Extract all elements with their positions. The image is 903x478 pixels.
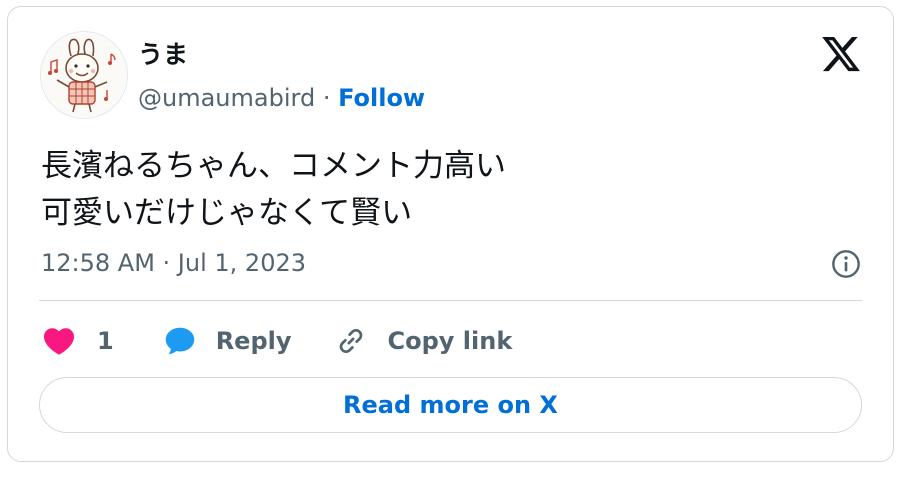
speech-bubble-icon bbox=[165, 327, 194, 355]
copy-link-label: Copy link bbox=[387, 327, 513, 355]
author-handle-row: @umaumabird · Follow bbox=[138, 83, 425, 113]
action-bar: 1 Reply Copy link bbox=[41, 321, 512, 361]
tweet-text-line: 長濱ねるちゃん、コメント力高い bbox=[41, 148, 506, 184]
tweet-timestamp[interactable]: 12:58 AM · Jul 1, 2023 bbox=[41, 247, 306, 279]
info-icon[interactable] bbox=[830, 248, 862, 280]
tweet-text-line: 可愛いだけじゃなくて賢い bbox=[41, 195, 413, 231]
follow-link[interactable]: Follow bbox=[338, 84, 425, 112]
reply-button[interactable]: Reply bbox=[162, 323, 292, 359]
read-more-button[interactable]: Read more on X bbox=[39, 377, 862, 433]
author-display-name[interactable]: うま bbox=[138, 39, 188, 71]
avatar-image bbox=[41, 32, 127, 118]
divider bbox=[39, 300, 862, 301]
author-handle[interactable]: @umaumabird bbox=[138, 84, 315, 112]
handle-separator: · bbox=[315, 84, 339, 112]
x-logo-icon[interactable] bbox=[820, 33, 862, 75]
like-count: 1 bbox=[97, 327, 114, 355]
embedded-tweet-card: うま @umaumabird · Follow 長濱ねるちゃん、コメント力高い … bbox=[7, 6, 894, 462]
tweet-text: 長濱ねるちゃん、コメント力高い 可愛いだけじゃなくて賢い bbox=[41, 143, 861, 237]
like-button[interactable]: 1 bbox=[41, 323, 114, 359]
avatar[interactable] bbox=[40, 31, 128, 119]
reply-label: Reply bbox=[215, 327, 292, 355]
link-icon bbox=[339, 329, 362, 353]
copy-link-button[interactable]: Copy link bbox=[334, 324, 513, 358]
heart-icon bbox=[43, 328, 75, 355]
